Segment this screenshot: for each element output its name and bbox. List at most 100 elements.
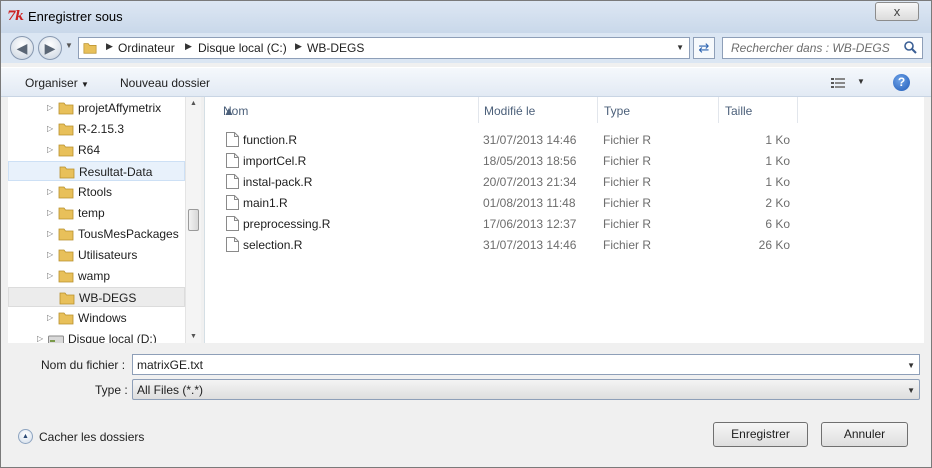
filename-dropdown-icon[interactable]: ▼ bbox=[907, 361, 915, 370]
expand-arrow-icon[interactable]: ▷ bbox=[47, 124, 53, 133]
tree-item-label: WB-DEGS bbox=[79, 291, 137, 305]
collapse-up-icon[interactable]: ▲ bbox=[18, 429, 33, 444]
file-size: 1 Ko bbox=[765, 133, 790, 147]
expand-arrow-icon[interactable]: ▷ bbox=[47, 271, 53, 280]
search-box[interactable]: Rechercher dans : WB-DEGS bbox=[722, 37, 923, 59]
file-size: 1 Ko bbox=[765, 154, 790, 168]
expand-arrow-icon[interactable]: ▷ bbox=[37, 334, 43, 343]
filetype-value: All Files (*.*) bbox=[137, 383, 204, 397]
breadcrumb-separator-icon[interactable]: ▶ bbox=[185, 41, 192, 52]
expand-arrow-icon[interactable]: ▷ bbox=[47, 187, 53, 196]
back-arrow-icon[interactable]: ◀ bbox=[10, 36, 34, 60]
tree-item-rtools[interactable]: ▷ Rtools bbox=[8, 182, 185, 202]
scroll-down-icon[interactable]: ▼ bbox=[190, 333, 197, 340]
tree-item-temp[interactable]: ▷ temp bbox=[8, 203, 185, 223]
drive-icon bbox=[48, 335, 64, 343]
file-type: Fichier R bbox=[603, 217, 652, 231]
tree-item-disque-d[interactable]: ▷ Disque local (D:) bbox=[8, 329, 185, 343]
breadcrumb-wb-degs[interactable]: WB-DEGS bbox=[307, 41, 364, 55]
history-dropdown-icon[interactable]: ▼ bbox=[65, 41, 73, 50]
scroll-up-icon[interactable]: ▲ bbox=[190, 100, 197, 107]
close-button[interactable]: x bbox=[875, 2, 919, 21]
file-icon bbox=[226, 237, 239, 252]
file-row[interactable]: function.R 31/07/2013 14:46 Fichier R 1 … bbox=[205, 129, 925, 150]
cancel-button[interactable]: Annuler bbox=[821, 422, 908, 447]
navigation-bar: ◀ ▶ ▼ ▶ Ordinateur ▶ Disque local (C:) ▶… bbox=[1, 33, 931, 63]
file-modified: 31/07/2013 14:46 bbox=[483, 238, 577, 252]
folder-icon bbox=[58, 123, 74, 136]
tree-item-projetaffymetrix[interactable]: ▷ projetAffymetrix bbox=[8, 98, 185, 118]
folder-icon bbox=[58, 249, 74, 262]
help-icon[interactable]: ? bbox=[893, 74, 910, 91]
search-icon[interactable] bbox=[903, 40, 918, 55]
tree-item-label: Resultat-Data bbox=[79, 165, 153, 179]
tree-item-resultat-data[interactable]: Resultat-Data bbox=[8, 161, 185, 181]
new-folder-button[interactable]: Nouveau dossier bbox=[120, 76, 210, 90]
file-icon bbox=[226, 153, 239, 168]
tree-item-label: projetAffymetrix bbox=[78, 101, 162, 115]
sort-ascending-icon: ▲ bbox=[223, 104, 235, 118]
tree-item-tousmespackages[interactable]: ▷ TousMesPackages bbox=[8, 224, 185, 244]
expand-arrow-icon[interactable]: ▷ bbox=[47, 208, 53, 217]
forward-arrow-icon[interactable]: ▶ bbox=[38, 36, 62, 60]
file-row[interactable]: selection.R 31/07/2013 14:46 Fichier R 2… bbox=[205, 234, 925, 255]
address-bar[interactable]: ▶ Ordinateur ▶ Disque local (C:) ▶ WB-DE… bbox=[78, 37, 690, 59]
column-header-modified[interactable]: Modifié le bbox=[478, 97, 598, 123]
expand-arrow-icon[interactable]: ▷ bbox=[47, 229, 53, 238]
tree-item-label: Utilisateurs bbox=[78, 248, 138, 262]
search-placeholder: Rechercher dans : WB-DEGS bbox=[731, 41, 890, 55]
tree-item-label: wamp bbox=[78, 269, 111, 283]
expand-arrow-icon[interactable]: ▷ bbox=[47, 103, 53, 112]
file-icon bbox=[226, 132, 239, 147]
folder-icon bbox=[59, 292, 75, 305]
filetype-select[interactable]: All Files (*.*) ▼ bbox=[132, 379, 920, 400]
breadcrumb-separator-icon[interactable]: ▶ bbox=[295, 41, 302, 52]
file-type: Fichier R bbox=[603, 154, 652, 168]
breadcrumb-ordinateur[interactable]: Ordinateur bbox=[118, 41, 175, 55]
view-options-icon[interactable] bbox=[831, 77, 845, 89]
folder-icon bbox=[58, 102, 74, 115]
folder-icon bbox=[58, 228, 74, 241]
breadcrumb-disque-c[interactable]: Disque local (C:) bbox=[198, 41, 287, 55]
address-dropdown-icon[interactable]: ▼ bbox=[676, 43, 684, 52]
tree-scrollbar[interactable]: ▲ ▼ bbox=[185, 97, 201, 343]
tree-item-r-2-15-3[interactable]: ▷ R-2.15.3 bbox=[8, 119, 185, 139]
column-header-name[interactable]: Nom ▲ bbox=[217, 97, 479, 123]
folder-icon bbox=[59, 166, 75, 179]
tree-item-wamp[interactable]: ▷ wamp bbox=[8, 266, 185, 286]
tree-item-label: Windows bbox=[78, 311, 127, 325]
organiser-label: Organiser bbox=[25, 76, 78, 90]
column-header-size[interactable]: Taille bbox=[719, 97, 798, 123]
expand-arrow-icon[interactable]: ▷ bbox=[47, 250, 53, 259]
file-row[interactable]: importCel.R 18/05/2013 18:56 Fichier R 1… bbox=[205, 150, 925, 171]
tree-item-label: Rtools bbox=[78, 185, 113, 199]
tree-item-wb-degs[interactable]: WB-DEGS bbox=[8, 287, 185, 307]
tree-item-windows[interactable]: ▷ Windows bbox=[8, 308, 185, 328]
expand-arrow-icon[interactable]: ▷ bbox=[47, 313, 53, 322]
file-list: Nom ▲ Modifié le Type Taille function.R … bbox=[204, 97, 924, 343]
file-name: preprocessing.R bbox=[243, 217, 331, 231]
file-row[interactable]: instal-pack.R 20/07/2013 21:34 Fichier R… bbox=[205, 171, 925, 192]
file-size: 2 Ko bbox=[765, 196, 790, 210]
file-row[interactable]: preprocessing.R 17/06/2013 12:37 Fichier… bbox=[205, 213, 925, 234]
expand-arrow-icon[interactable]: ▷ bbox=[47, 145, 53, 154]
file-name: importCel.R bbox=[243, 154, 307, 168]
file-name: main1.R bbox=[243, 196, 288, 210]
tree-item-r64[interactable]: ▷ R64 bbox=[8, 140, 185, 160]
folder-icon bbox=[58, 186, 74, 199]
tree-item-utilisateurs[interactable]: ▷ Utilisateurs bbox=[8, 245, 185, 265]
filetype-dropdown-icon[interactable]: ▼ bbox=[907, 386, 915, 395]
column-header-type[interactable]: Type bbox=[598, 97, 719, 123]
filename-field[interactable]: matrixGE.txt ▼ bbox=[132, 354, 920, 375]
breadcrumb-separator-icon[interactable]: ▶ bbox=[106, 41, 113, 52]
scrollbar-thumb[interactable] bbox=[188, 209, 199, 231]
refresh-icon[interactable]: ⇄ bbox=[693, 37, 715, 59]
file-type: Fichier R bbox=[603, 175, 652, 189]
organiser-menu[interactable]: Organiser ▼ bbox=[25, 76, 89, 90]
file-type: Fichier R bbox=[603, 133, 652, 147]
window-title: Enregistrer sous bbox=[28, 9, 123, 24]
view-dropdown-icon[interactable]: ▼ bbox=[857, 77, 865, 86]
file-row[interactable]: main1.R 01/08/2013 11:48 Fichier R 2 Ko bbox=[205, 192, 925, 213]
save-button[interactable]: Enregistrer bbox=[713, 422, 808, 447]
chevron-down-icon: ▼ bbox=[81, 80, 89, 89]
